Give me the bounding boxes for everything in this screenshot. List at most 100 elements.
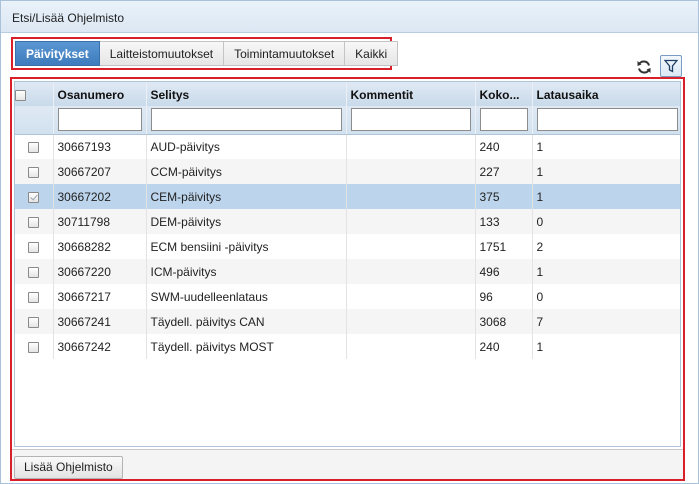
row-checkbox-cell: [15, 134, 54, 159]
comments-cell: [346, 184, 476, 209]
size-cell: 1751: [475, 234, 533, 259]
part-number-cell: 30667241: [53, 309, 147, 334]
table-row[interactable]: 30668282 ECM bensiini -päivitys 1751 2: [15, 234, 680, 259]
size-cell: 375: [475, 184, 533, 209]
comments-cell: [346, 309, 476, 334]
row-checkbox[interactable]: [28, 166, 40, 178]
col-header-size[interactable]: Koko...: [475, 82, 533, 106]
download-time-cell: 1: [532, 159, 680, 184]
row-checkbox[interactable]: [28, 316, 40, 328]
filter-cell: [146, 106, 347, 135]
row-checkbox-cell: [15, 234, 54, 259]
col-header-comments[interactable]: Kommentit: [346, 82, 476, 106]
description-cell: ICM-päivitys: [146, 259, 347, 284]
software-rows: 30667193 AUD-päivitys 240 1 30667207 CCM-päiv…: [15, 134, 680, 359]
add-software-button[interactable]: Lisää Ohjelmisto: [14, 456, 123, 479]
comments-cell: [346, 159, 476, 184]
filter-size-input[interactable]: [479, 108, 528, 132]
refresh-button[interactable]: [634, 57, 654, 77]
select-all-cell: [15, 82, 54, 106]
description-cell: Täydell. päivitys MOST: [146, 334, 347, 359]
funnel-icon: [664, 59, 678, 73]
filter-description-input[interactable]: [150, 108, 342, 132]
row-checkbox-cell: [15, 309, 54, 334]
category-tabs: Päivitykset Laitteistomuutokset Toiminta…: [11, 37, 399, 70]
table-row[interactable]: 30667241 Täydell. päivitys CAN 3068 7: [15, 309, 680, 334]
row-checkbox[interactable]: [28, 142, 40, 154]
row-checkbox[interactable]: [28, 241, 40, 253]
grid-footer: Lisää Ohjelmisto: [12, 449, 683, 479]
download-time-cell: 1: [532, 184, 680, 209]
select-all-checkbox[interactable]: [15, 90, 26, 102]
row-checkbox[interactable]: [28, 291, 40, 303]
software-window: Etsi/Lisää Ohjelmisto Päivitykset Laitte…: [0, 0, 699, 484]
comments-cell: [346, 334, 476, 359]
refresh-icon: [637, 60, 651, 74]
size-cell: 227: [475, 159, 533, 184]
part-number-cell: 30667193: [53, 134, 147, 159]
size-cell: 96: [475, 284, 533, 309]
comments-cell: [346, 259, 476, 284]
comments-cell: [346, 284, 476, 309]
table-row[interactable]: 30667202 CEM-päivitys 375 1: [15, 184, 680, 209]
part-number-cell: 30667202: [53, 184, 147, 209]
size-cell: 3068: [475, 309, 533, 334]
filter-part-number-input[interactable]: [57, 108, 142, 132]
part-number-cell: 30667217: [53, 284, 147, 309]
filter-comments-input[interactable]: [350, 108, 471, 132]
row-checkbox-cell: [15, 259, 54, 284]
software-table: Osanumero Selitys Kommentit Koko... Lata…: [15, 82, 680, 359]
description-cell: SWM-uudelleenlataus: [146, 284, 347, 309]
download-time-cell: 7: [532, 309, 680, 334]
download-time-cell: 1: [532, 259, 680, 284]
size-cell: 496: [475, 259, 533, 284]
filter-cell: [346, 106, 476, 135]
part-number-cell: 30667242: [53, 334, 147, 359]
row-checkbox[interactable]: [28, 216, 40, 228]
software-grid-panel: Osanumero Selitys Kommentit Koko... Lata…: [10, 77, 685, 481]
row-checkbox-cell: [15, 184, 54, 209]
tab-updates[interactable]: Päivitykset: [15, 41, 100, 66]
table-row[interactable]: 30667242 Täydell. päivitys MOST 240 1: [15, 334, 680, 359]
table-row[interactable]: 30667220 ICM-päivitys 496 1: [15, 259, 680, 284]
filter-button[interactable]: [660, 55, 682, 77]
description-cell: AUD-päivitys: [146, 134, 347, 159]
description-cell: CCM-päivitys: [146, 159, 347, 184]
filter-cell: [475, 106, 533, 135]
description-cell: DEM-päivitys: [146, 209, 347, 234]
row-checkbox[interactable]: [28, 191, 40, 203]
filter-cell: [532, 106, 680, 135]
filter-download-time-input[interactable]: [536, 108, 678, 132]
download-time-cell: 2: [532, 234, 680, 259]
comments-cell: [346, 234, 476, 259]
table-row[interactable]: 30667217 SWM-uudelleenlataus 96 0: [15, 284, 680, 309]
description-cell: CEM-päivitys: [146, 184, 347, 209]
size-cell: 240: [475, 334, 533, 359]
table-row[interactable]: 30711798 DEM-päivitys 133 0: [15, 209, 680, 234]
download-time-cell: 1: [532, 334, 680, 359]
size-cell: 133: [475, 209, 533, 234]
table-row[interactable]: 30667193 AUD-päivitys 240 1: [15, 134, 680, 159]
software-grid: Osanumero Selitys Kommentit Koko... Lata…: [14, 81, 681, 447]
tab-all[interactable]: Kaikki: [345, 41, 399, 66]
description-cell: Täydell. päivitys CAN: [146, 309, 347, 334]
col-header-description[interactable]: Selitys: [146, 82, 347, 106]
tab-function-changes[interactable]: Toimintamuutokset: [224, 41, 346, 66]
comments-cell: [346, 134, 476, 159]
part-number-cell: 30668282: [53, 234, 147, 259]
part-number-cell: 30667207: [53, 159, 147, 184]
table-row[interactable]: 30667207 CCM-päivitys 227 1: [15, 159, 680, 184]
download-time-cell: 0: [532, 284, 680, 309]
row-checkbox[interactable]: [28, 341, 40, 353]
description-cell: ECM bensiini -päivitys: [146, 234, 347, 259]
row-checkbox[interactable]: [28, 266, 40, 278]
size-cell: 240: [475, 134, 533, 159]
col-header-part-number[interactable]: Osanumero: [53, 82, 147, 106]
tab-hardware-changes[interactable]: Laitteistomuutokset: [99, 41, 225, 66]
window-title: Etsi/Lisää Ohjelmisto: [1, 1, 698, 33]
col-header-download-time[interactable]: Latausaika: [532, 82, 680, 106]
part-number-cell: 30667220: [53, 259, 147, 284]
download-time-cell: 0: [532, 209, 680, 234]
comments-cell: [346, 209, 476, 234]
row-checkbox-cell: [15, 284, 54, 309]
